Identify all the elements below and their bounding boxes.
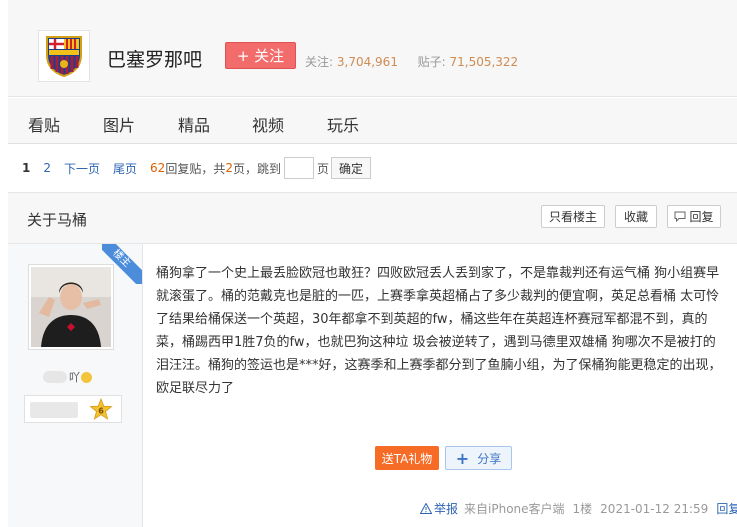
nav-item-videos[interactable]: 视频: [252, 112, 284, 136]
forum-stats: 关注: 3,704,961 贴子: 71,505,322: [305, 53, 518, 70]
fcb-crest-icon: [46, 36, 82, 77]
thread-title: 关于马桶: [27, 211, 88, 229]
post-floor-1: 楼主 吖 6 桶狗拿了一个史上最丢脸欧冠也敢狂？四败欧冠丢人丢到家了，不是靠裁判…: [8, 244, 737, 527]
pagination: 1 2 下一页 尾页 62 回复贴，共 2 页，跳到 页 确定: [22, 156, 372, 180]
nav-item-images[interactable]: 图片: [103, 112, 135, 136]
last-page-link[interactable]: 尾页: [113, 160, 137, 177]
report-label: 举报: [434, 502, 459, 516]
post-content: 桶狗拿了一个史上最丢脸欧冠也敢狂？四败欧冠丢人丢到家了，不是靠裁判还有运气桶 狗…: [156, 266, 722, 396]
post-time: 2021-01-12 21:59: [600, 501, 709, 516]
only-op-button[interactable]: 只看楼主: [541, 205, 605, 228]
level-star-icon: 6: [89, 398, 113, 420]
followers-label: 关注:: [305, 55, 334, 69]
forum-name[interactable]: 巴塞罗那吧: [107, 45, 202, 72]
nav-item-posts[interactable]: 看贴: [28, 112, 60, 136]
smile-emoji-icon: [81, 371, 92, 383]
nav-item-fun[interactable]: 玩乐: [327, 112, 359, 136]
level-title-masked: [30, 402, 78, 418]
thread-header: 关于马桶 只看楼主 收藏 回复: [8, 192, 737, 244]
follow-button[interactable]: + 关注: [225, 42, 296, 69]
total-pages: 2: [225, 161, 233, 175]
report-link[interactable]: 举报: [420, 500, 458, 517]
page-unit-text: 页: [316, 161, 329, 176]
posts-label: 贴子:: [417, 55, 446, 69]
current-page: 1: [22, 161, 31, 175]
warning-icon: [420, 503, 432, 514]
forum-logo[interactable]: [38, 30, 90, 82]
reply-count: 62: [150, 161, 166, 175]
avatar[interactable]: [28, 264, 114, 350]
username-text: 吖: [69, 371, 80, 384]
post-source: 来自iPhone客户端: [464, 502, 565, 516]
forum-header: 巴塞罗那吧 + 关注 关注: 3,704,961 贴子: 71,505,322: [8, 0, 737, 97]
author-panel: 楼主 吖 6: [8, 244, 143, 527]
member-level-badge[interactable]: 6: [24, 395, 122, 423]
reply-count-text: 回复贴，共: [165, 161, 226, 176]
level-number: 6: [98, 407, 104, 416]
floor-number: 1楼: [572, 502, 593, 516]
share-button[interactable]: + 分享: [445, 446, 512, 470]
username[interactable]: 吖: [43, 369, 103, 385]
reply-button[interactable]: 回复: [667, 205, 721, 228]
favorite-button[interactable]: 收藏: [615, 205, 657, 228]
followers-count: 3,704,961: [336, 55, 398, 69]
comment-icon: [674, 211, 686, 222]
posts-count: 71,505,322: [449, 55, 519, 69]
page-link-2[interactable]: 2: [43, 161, 51, 175]
username-masked: [43, 371, 67, 383]
nav-item-featured[interactable]: 精品: [178, 112, 210, 136]
share-label: 分享: [477, 451, 502, 466]
forum-nav: 看贴 图片 精品 视频 玩乐: [8, 98, 737, 144]
send-gift-button[interactable]: 送TA礼物: [375, 446, 439, 470]
next-page-link[interactable]: 下一页: [64, 160, 100, 177]
page-jump-input[interactable]: [283, 157, 314, 179]
plus-icon: +: [455, 448, 470, 468]
avatar-image: [31, 267, 111, 347]
reply-button-label: 回复: [689, 210, 714, 224]
page-jump-text: 页，跳到: [232, 161, 281, 176]
page-jump-confirm-button[interactable]: 确定: [331, 157, 372, 179]
floor-reply-link[interactable]: 回复: [716, 500, 737, 517]
post-footer: 举报 来自iPhone客户端 1楼 2021-01-12 21:59 回复: [420, 500, 737, 517]
